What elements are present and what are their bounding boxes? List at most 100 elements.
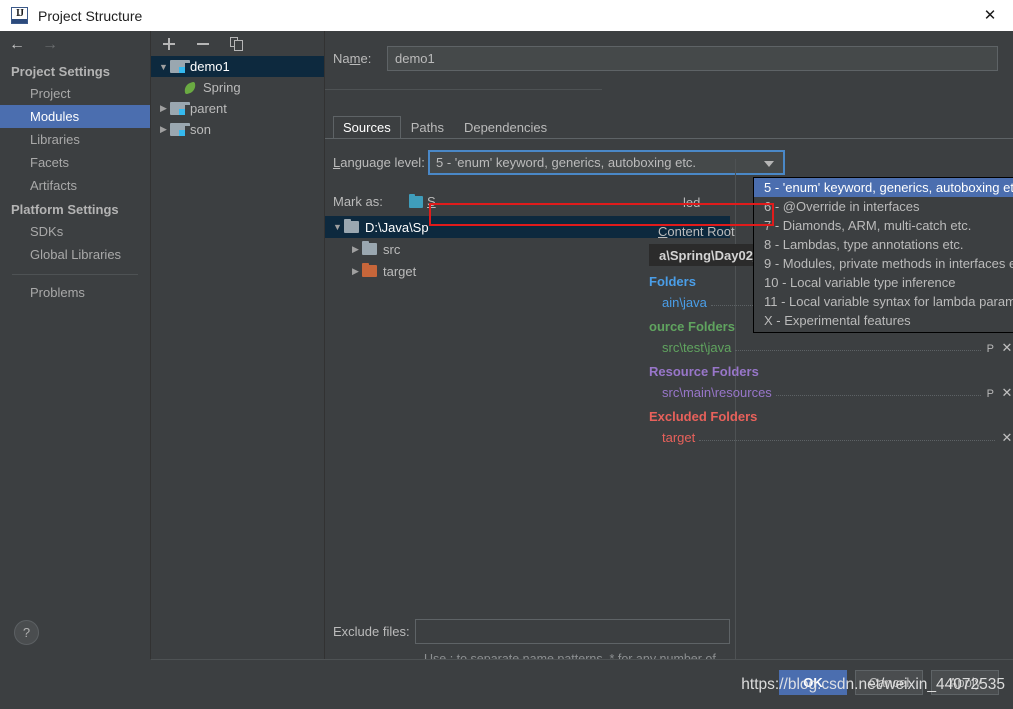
navigation-arrows: ← → [0,31,150,59]
forward-arrow-icon[interactable]: → [42,37,58,53]
sidebar-item-global-libraries[interactable]: Global Libraries [0,243,150,266]
language-level-dropdown[interactable]: 5 - 'enum' keyword, generics, autoboxing… [753,177,1013,333]
language-level-option-9[interactable]: 9 - Modules, private methods in interfac… [754,254,1013,273]
watermark: https://blog.csdn.net/weixin_44072535 [741,676,1005,693]
excluded-folders-title: Excluded Folders [649,409,758,424]
folder-icon [362,241,377,255]
source-folder-path: ain\java [662,295,707,310]
back-arrow-icon[interactable]: ← [9,37,25,53]
module-tree-row-parent[interactable]: ▶ parent [151,98,324,119]
exclude-files-label: Exclude files: [333,624,410,639]
folder-icon [344,219,359,233]
modules-panel: ▼ demo1 Spring ▶ parent ▶ son [151,31,325,659]
module-tree-label: parent [190,101,227,116]
dotted-leader [775,385,981,396]
sidebar-item-sdks[interactable]: SDKs [0,220,150,243]
module-icon [170,123,190,136]
sidebar-group-platform-settings: Platform Settings [11,202,119,217]
intellij-idea-icon: IJ [11,7,28,24]
tab-dependencies[interactable]: Dependencies [454,116,557,139]
sidebar-item-libraries[interactable]: Libraries [0,128,150,151]
collapse-arrow-icon[interactable]: ▶ [157,103,170,114]
module-editor: Name: demo1 Sources Paths Dependencies L… [325,31,1013,686]
module-tree-row-son[interactable]: ▶ son [151,119,324,140]
window-title: Project Structure [38,7,143,24]
module-icon [170,60,190,73]
modules-toolbar [151,31,324,56]
test-source-folder-item[interactable]: src\test\java P ✕ [649,337,1013,358]
language-level-option-x[interactable]: X - Experimental features [754,311,1013,330]
dotted-leader [735,340,981,351]
content-root-tree-label: target [383,263,417,279]
add-module-icon[interactable] [161,36,177,52]
language-level-option-7[interactable]: 7 - Diamonds, ARM, multi-catch etc. [754,216,1013,235]
mark-as-row: Mark as: S [325,193,436,209]
remove-excluded-folder-icon[interactable]: ✕ [1001,430,1013,446]
sidebar-item-modules[interactable]: Modules [0,105,150,128]
sidebar-item-artifacts[interactable]: Artifacts [0,174,150,197]
title-bar: IJ Project Structure ✕ [0,0,1013,32]
content-root-heading: Content Root [658,224,735,239]
module-tree-row-spring[interactable]: Spring [151,77,324,98]
exclude-files-row: Exclude files: [325,619,730,644]
language-level-label: Language level: [333,155,425,170]
mark-as-sources-button[interactable]: S [409,193,436,209]
sidebar-item-project[interactable]: Project [0,82,150,105]
editor-tabs: Sources Paths Dependencies [333,115,557,139]
excluded-folder-path: target [662,430,696,445]
mark-as-label: Mark as: [333,194,383,209]
resource-folders-section: Resource Folders src\main\resources P ✕ [649,361,1013,403]
close-icon[interactable]: ✕ [967,0,1013,30]
tabs-underline [325,138,1013,139]
tab-sources[interactable]: Sources [333,116,401,139]
collapse-arrow-icon[interactable]: ▶ [157,124,170,135]
module-tree-label: son [190,122,211,137]
expand-arrow-icon[interactable]: ▼ [331,222,344,232]
language-level-option-8[interactable]: 8 - Lambdas, type annotations etc. [754,235,1013,254]
content-root-tree-label: src [383,241,401,257]
module-icon [170,102,190,115]
collapse-arrow-icon[interactable]: ▶ [349,266,362,277]
module-name-label: Name: [333,50,372,66]
excluded-folder-item[interactable]: target ✕ [649,427,1013,448]
project-structure-dialog: IJ Project Structure ✕ ← → Project Setti… [0,0,1013,709]
collapse-arrow-icon[interactable]: ▶ [349,244,362,255]
dotted-leader [699,430,995,441]
expand-arrow-icon[interactable]: ▼ [157,62,170,72]
sources-folder-icon [409,193,423,208]
spring-leaf-icon [182,81,198,95]
remove-test-source-folder-icon[interactable]: ✕ [1001,340,1013,356]
language-level-option-11[interactable]: 11 - Local variable syntax for lambda pa… [754,292,1013,311]
copy-module-icon[interactable] [229,36,245,52]
settings-sidebar: ← → Project Settings Project Modules Lib… [0,31,151,659]
excluded-folders-section: Excluded Folders target ✕ [649,406,1013,448]
remove-module-icon[interactable] [195,36,211,52]
details-header-divider [325,67,602,90]
language-level-option-5[interactable]: 5 - 'enum' keyword, generics, autoboxing… [754,178,1013,197]
language-level-option-6[interactable]: 6 - @Override in interfaces [754,197,1013,216]
language-level-option-list: 5 - 'enum' keyword, generics, autoboxing… [754,178,1013,330]
module-tree-label: Spring [203,80,241,95]
tab-paths[interactable]: Paths [401,116,454,139]
exclude-files-input[interactable] [415,619,730,644]
remove-resource-folder-icon[interactable]: ✕ [1001,385,1013,401]
resource-folder-path: src\main\resources [662,385,772,400]
resource-folders-title: Resource Folders [649,364,759,379]
sidebar-group-project-settings: Project Settings [11,64,110,79]
module-tree-label: demo1 [190,59,230,74]
help-button[interactable]: ? [14,620,39,645]
excluded-folder-icon [362,263,377,277]
language-level-combobox[interactable]: 5 - 'enum' keyword, generics, autoboxing… [428,150,785,175]
package-prefix-icon[interactable]: P [987,388,994,400]
language-level-option-10[interactable]: 10 - Local variable type inference [754,273,1013,292]
sidebar-item-problems[interactable]: Problems [0,281,150,304]
excluded-marker-label: led [683,195,701,210]
package-prefix-icon[interactable]: P [987,343,994,355]
sidebar-item-facets[interactable]: Facets [0,151,150,174]
sidebar-divider [12,274,138,275]
language-level-row: Language level: 5 - 'enum' keyword, gene… [325,150,785,175]
chevron-down-icon[interactable] [764,160,774,167]
module-tree-row-demo1[interactable]: ▼ demo1 [151,56,324,77]
resource-folder-item[interactable]: src\main\resources P ✕ [649,382,1013,403]
mark-as-sources-label: S [427,194,436,209]
